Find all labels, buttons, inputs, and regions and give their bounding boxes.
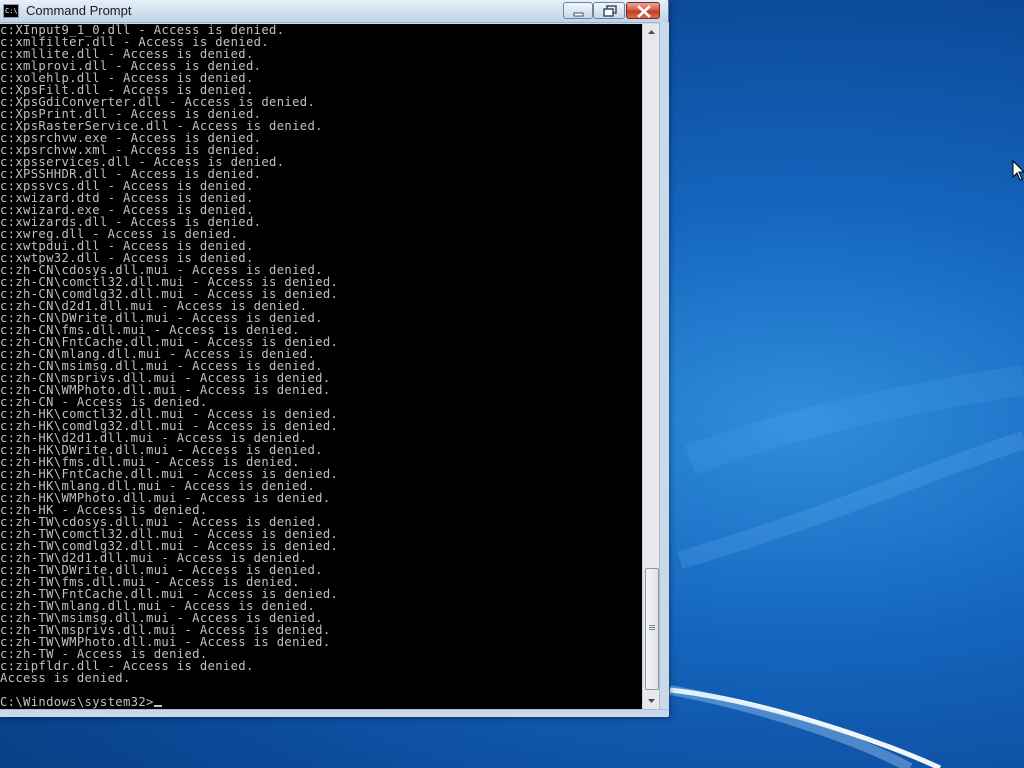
text-cursor [153,705,162,707]
scrollbar-thumb[interactable] [645,568,659,690]
scroll-up-arrow-icon [648,30,655,34]
console-lines: c:XInput9_1_0.dll - Access is denied. c:x… [0,24,642,696]
command-prompt-line[interactable]: C:\Windows\system32> [0,696,162,708]
window-title: Command Prompt [26,3,132,18]
close-icon [637,5,651,18]
vertical-scrollbar[interactable] [642,24,660,709]
console-output[interactable]: c:XInput9_1_0.dll - Access is denied. c:x… [0,24,642,709]
prompt-text: C:\Windows\system32> [0,695,154,709]
title-bar[interactable]: C:\ Command Prompt [0,0,668,23]
scroll-up-button[interactable] [643,24,660,41]
scroll-down-button[interactable] [643,692,660,709]
window-frame-bottom[interactable] [0,709,668,717]
restore-icon [603,5,617,17]
cmd-icon[interactable]: C:\ [3,4,19,18]
command-prompt-window[interactable]: C:\ Command Prompt c:XInput9_1_0.dll - A… [0,0,669,717]
minimize-icon [573,12,584,17]
maximize-button[interactable] [593,2,625,19]
close-button[interactable] [626,2,660,19]
mouse-pointer-icon [1012,160,1024,181]
console-line: Access is denied. [0,671,131,685]
thumb-grip-icon [649,625,655,626]
minimize-button[interactable] [563,2,593,19]
scroll-down-arrow-icon [648,699,655,703]
window-frame-right[interactable] [659,22,669,716]
